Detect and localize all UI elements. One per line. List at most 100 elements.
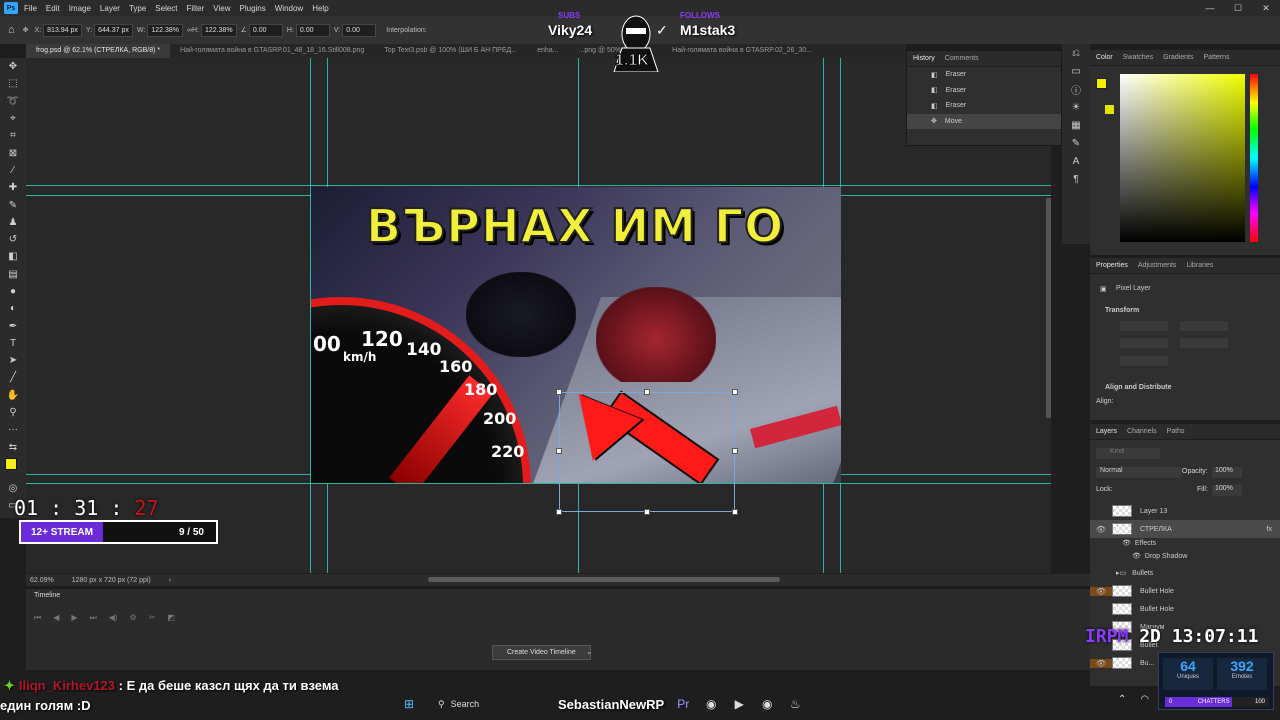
history-item[interactable]: ◧ Eraser	[907, 98, 1061, 114]
layer-effect-row[interactable]: 👁 Drop Shadow	[1090, 549, 1280, 563]
history-brush-icon[interactable]: ↺	[0, 231, 26, 248]
menu-plugins[interactable]: Plugins	[240, 4, 266, 13]
play-icon[interactable]: ▶	[71, 613, 77, 623]
path-select-icon[interactable]: ➤	[0, 352, 26, 369]
visibility-eye-icon[interactable]: 👁	[1090, 586, 1112, 596]
character-panel-icon[interactable]: A	[1062, 152, 1090, 170]
tab-layers[interactable]: Layers	[1096, 428, 1117, 435]
transform-handle[interactable]	[556, 509, 562, 515]
tab-color[interactable]: Color	[1096, 54, 1113, 61]
menu-help[interactable]: Help	[312, 4, 328, 13]
menu-image[interactable]: Image	[69, 4, 91, 13]
history-item[interactable]: ◧ Eraser	[907, 83, 1061, 99]
eraser-tool-icon[interactable]: ◧	[0, 248, 26, 265]
transform-handle[interactable]	[732, 448, 738, 454]
move-tool-icon[interactable]: ✥	[0, 58, 26, 75]
foreground-swatch[interactable]	[1096, 78, 1107, 89]
eye-small-icon[interactable]: 👁	[1132, 552, 1141, 560]
layer-group-row[interactable]: ▸▭ Bullets	[1090, 564, 1280, 582]
settings-icon[interactable]: ⚙	[130, 613, 137, 623]
history-panel-icon[interactable]: ⎌	[1062, 44, 1090, 62]
minimize-icon[interactable]: —	[1196, 0, 1224, 16]
premiere-icon[interactable]: Pr	[674, 695, 692, 713]
fx-icon[interactable]: fx	[1267, 526, 1272, 533]
blend-mode-select[interactable]: Normal	[1096, 467, 1182, 478]
transform-angle-field[interactable]	[1120, 356, 1168, 366]
more-tools-icon[interactable]: ···	[0, 421, 26, 438]
comments-panel-icon[interactable]: ▭	[1062, 62, 1090, 80]
info-panel-icon[interactable]: ⓘ	[1062, 80, 1090, 98]
chevron-up-icon[interactable]: ⌃	[1118, 694, 1126, 705]
tab-history[interactable]: History	[913, 55, 935, 62]
transform-handle[interactable]	[556, 448, 562, 454]
menu-window[interactable]: Window	[275, 4, 303, 13]
layer-row[interactable]: Layer 13	[1090, 502, 1280, 520]
transition-icon[interactable]: ◩	[167, 613, 175, 623]
fill-field[interactable]: 100%	[1212, 485, 1242, 496]
visibility-eye-icon[interactable]: 👁	[1090, 658, 1112, 668]
shape-tool-icon[interactable]: ╱	[0, 369, 26, 386]
transform-y-field[interactable]	[1180, 338, 1228, 348]
foreground-color[interactable]	[5, 457, 17, 470]
object-select-icon[interactable]: ⌖	[0, 110, 26, 127]
home-icon[interactable]: ⌂	[8, 24, 15, 36]
x-field[interactable]: 813.94 px	[43, 23, 82, 37]
audio-icon[interactable]: ◀)	[109, 613, 118, 623]
menu-type[interactable]: Type	[129, 4, 146, 13]
close-icon[interactable]: ✕	[1252, 0, 1280, 16]
frame-tool-icon[interactable]: ⊠	[0, 144, 26, 161]
chrome-icon[interactable]: ◉	[702, 695, 720, 713]
tab-top-text[interactable]: Top Text3.psb @ 100% (ШИ Б АН ПРЕД...	[374, 44, 527, 58]
layer-effects-row[interactable]: 👁 Effects	[1090, 536, 1280, 550]
opacity-field[interactable]: 100%	[1212, 467, 1242, 478]
prev-frame-icon[interactable]: ◀	[53, 613, 59, 623]
background-swatch[interactable]	[1105, 105, 1114, 114]
transform-handle[interactable]	[644, 509, 650, 515]
tab-patterns[interactable]: Patterns	[1203, 54, 1229, 61]
quick-mask-icon[interactable]: ◎	[0, 480, 26, 497]
split-icon[interactable]: ✂	[149, 613, 156, 623]
tab-gradients[interactable]: Gradients	[1163, 54, 1193, 61]
gradient-tool-icon[interactable]: ▤	[0, 266, 26, 283]
adjustments-panel-icon[interactable]: ☀	[1062, 98, 1090, 116]
tab-channels[interactable]: Channels	[1127, 428, 1157, 435]
tab-comments[interactable]: Comments	[945, 55, 979, 62]
horizontal-scrollbar[interactable]	[428, 577, 780, 582]
vertical-scrollbar[interactable]	[1046, 198, 1051, 418]
transform-section[interactable]: Transform	[1105, 307, 1139, 314]
transform-w-field[interactable]	[1120, 321, 1168, 331]
menu-layer[interactable]: Layer	[100, 4, 120, 13]
transform-h-field[interactable]	[1120, 338, 1168, 348]
height-field[interactable]: 122.38%	[200, 23, 237, 37]
type-tool-icon[interactable]: T	[0, 335, 26, 352]
y-field[interactable]: 644.37 px	[94, 23, 133, 37]
zoom-tool-icon[interactable]: ⚲	[0, 404, 26, 421]
vskew-field[interactable]: 0.00	[342, 23, 377, 37]
layer-filter-input[interactable]: Kind	[1096, 448, 1160, 459]
color-swatches[interactable]	[0, 456, 26, 480]
menu-select[interactable]: Select	[155, 4, 177, 13]
tab-swatches[interactable]: Swatches	[1123, 54, 1153, 61]
steam-icon[interactable]: ♨	[786, 695, 804, 713]
photoshop-logo-icon[interactable]: Ps	[4, 2, 18, 14]
eye-small-icon[interactable]: 👁	[1122, 539, 1131, 547]
hue-slider[interactable]	[1250, 74, 1258, 242]
paragraph-panel-icon[interactable]: ¶	[1062, 170, 1090, 188]
first-frame-icon[interactable]: ⏮	[34, 613, 41, 623]
healing-brush-icon[interactable]: ✚	[0, 179, 26, 196]
menu-file[interactable]: File	[24, 4, 37, 13]
angle-field[interactable]: 0.00	[248, 23, 283, 37]
chrome-alt-icon[interactable]: ◉	[758, 695, 776, 713]
hand-tool-icon[interactable]: ✋	[0, 387, 26, 404]
marquee-tool-icon[interactable]: ⬚	[0, 75, 26, 92]
menu-filter[interactable]: Filter	[187, 4, 205, 13]
hskew-field[interactable]: 0.00	[295, 23, 330, 37]
blur-tool-icon[interactable]: ●	[0, 283, 26, 300]
status-arrow-icon[interactable]: ›	[169, 577, 171, 584]
wifi-icon[interactable]: ◠	[1140, 694, 1149, 705]
layer-row[interactable]: Bullet Hole	[1090, 600, 1280, 618]
dodge-tool-icon[interactable]: ◐	[0, 300, 26, 317]
transform-handle[interactable]	[556, 389, 562, 395]
align-section[interactable]: Align and Distribute	[1105, 384, 1172, 391]
width-field[interactable]: 122.38%	[147, 23, 183, 37]
